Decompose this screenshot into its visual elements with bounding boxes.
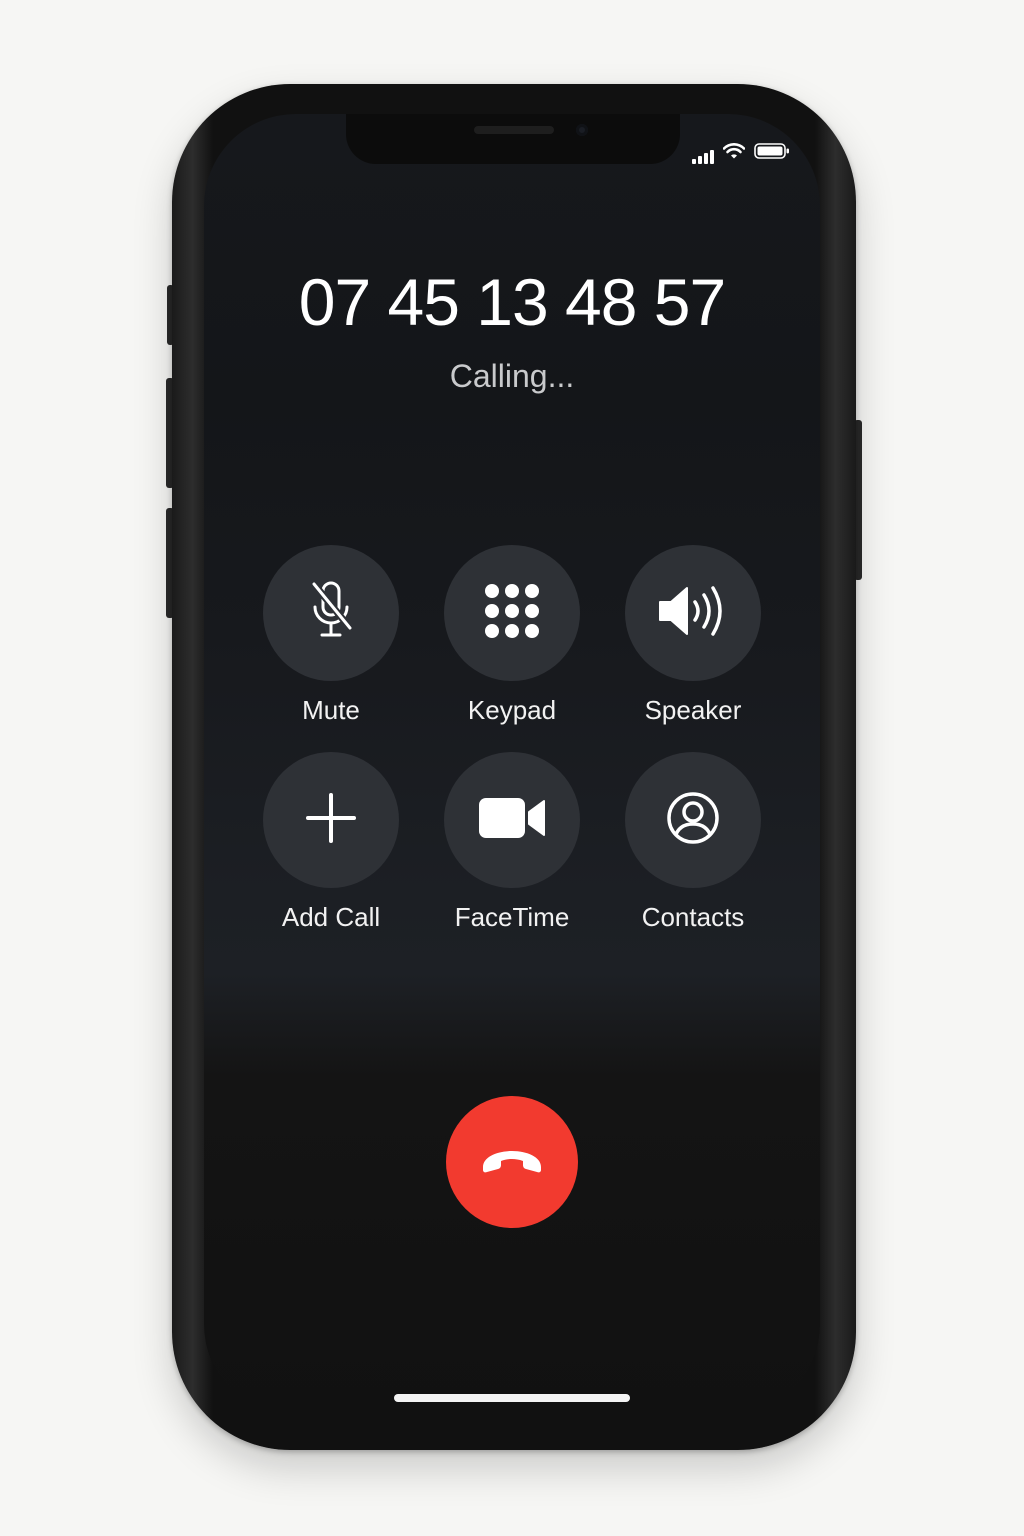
mic-slash-icon [308, 580, 354, 647]
contacts-label: Contacts [641, 902, 745, 932]
plus-icon [305, 792, 357, 849]
call-status: Calling... [449, 358, 575, 394]
keypad-label: Keypad [467, 695, 557, 725]
speaker-label: Speaker [644, 695, 742, 725]
contacts-circle[interactable] [625, 752, 761, 888]
video-camera-icon [477, 795, 547, 846]
status-bar [692, 143, 790, 164]
earpiece [474, 126, 554, 134]
keypad-button[interactable]: Keypad [422, 545, 602, 726]
mute-circle[interactable] [263, 545, 399, 681]
wifi-icon [722, 143, 746, 164]
phone-screen: 07 45 13 48 57 Calling... Mute Keypad Sp… [204, 114, 820, 1416]
mute-label: Mute [302, 695, 360, 725]
facetime-button[interactable]: FaceTime [422, 752, 602, 933]
keypad-circle[interactable] [444, 545, 580, 681]
speaker-icon [657, 583, 729, 644]
contacts-button[interactable]: Contacts [603, 752, 783, 933]
end-call-button[interactable] [446, 1096, 578, 1228]
page: 07 45 13 48 57 Calling... Mute Keypad Sp… [0, 0, 1024, 1536]
front-camera [576, 124, 588, 136]
mute-button[interactable]: Mute [241, 545, 421, 726]
person-circle-icon [665, 790, 721, 851]
notch [346, 114, 680, 164]
add-call-button[interactable]: Add Call [241, 752, 421, 933]
keypad-icon [483, 582, 541, 645]
home-indicator[interactable] [394, 1394, 630, 1402]
facetime-circle[interactable] [444, 752, 580, 888]
speaker-circle[interactable] [625, 545, 761, 681]
add-call-circle[interactable] [263, 752, 399, 888]
phone-number: 07 45 13 48 57 [298, 265, 726, 339]
speaker-button[interactable]: Speaker [603, 545, 783, 726]
add-call-label: Add Call [281, 902, 381, 932]
facetime-label: FaceTime [454, 902, 570, 932]
end-call-icon [477, 1145, 547, 1180]
battery-icon [754, 143, 790, 164]
signal-icon [692, 150, 714, 164]
